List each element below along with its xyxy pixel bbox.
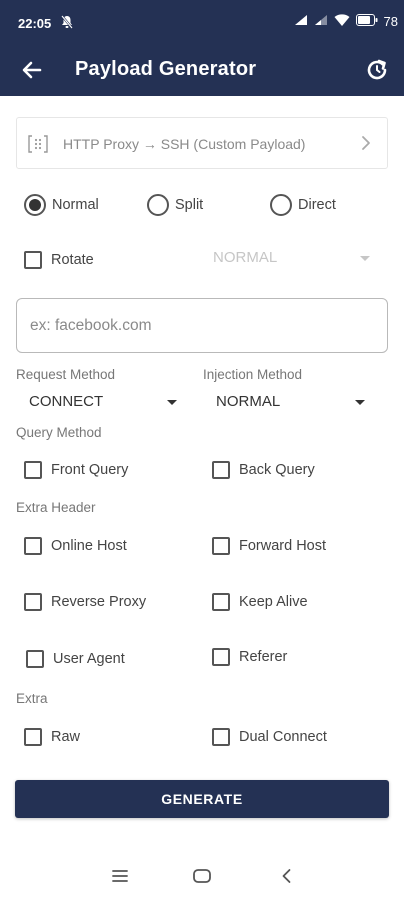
system-nav-bar — [0, 852, 404, 900]
app-bar: Payload Generator — [0, 46, 404, 96]
online-host-checkbox[interactable]: Online Host — [24, 535, 127, 557]
checkbox-box — [26, 650, 44, 668]
radio-selected-indicator — [24, 194, 46, 216]
back-arrow-icon[interactable] — [18, 56, 46, 84]
online-host-label: Online Host — [51, 538, 127, 554]
dual-connect-checkbox[interactable]: Dual Connect — [212, 726, 327, 748]
signal-icon — [294, 14, 308, 29]
dropdown-arrow-icon — [355, 400, 365, 405]
rotate-label: Rotate — [51, 252, 94, 268]
user-agent-label: User Agent — [53, 651, 125, 667]
dropdown-arrow-icon — [167, 400, 177, 405]
checkbox-box — [24, 461, 42, 479]
checkbox-box — [24, 593, 42, 611]
rotate-dropdown[interactable]: NORMAL — [213, 249, 373, 273]
back-nav-icon[interactable] — [277, 866, 297, 886]
checkbox-box — [212, 648, 230, 666]
user-agent-checkbox[interactable]: User Agent — [26, 648, 125, 670]
reverse-proxy-label: Reverse Proxy — [51, 594, 147, 610]
checkbox-box — [212, 461, 230, 479]
brackets-icon — [27, 133, 49, 155]
host-input[interactable] — [16, 298, 388, 353]
request-method-label: Request Method — [16, 367, 116, 382]
reverse-proxy-checkbox[interactable]: Reverse Proxy — [24, 591, 146, 613]
front-query-label: Front Query — [51, 462, 129, 478]
mute-icon — [60, 15, 74, 32]
recent-apps-icon[interactable] — [110, 866, 130, 886]
radio-normal[interactable]: Normal — [24, 193, 99, 217]
checkbox-box — [212, 728, 230, 746]
extra-label: Extra — [16, 691, 48, 706]
request-method-value: CONNECT — [29, 393, 104, 410]
keep-alive-label: Keep Alive — [239, 594, 308, 610]
injection-method-label: Injection Method — [203, 367, 303, 382]
radio-split-label: Split — [175, 197, 204, 213]
checkbox-box — [24, 728, 42, 746]
request-method-dropdown[interactable]: CONNECT — [29, 393, 177, 417]
injection-method-value: NORMAL — [216, 393, 281, 410]
proxy-mode-label: HTTP Proxy → SSH (Custom Payload) — [63, 136, 306, 152]
injection-method-dropdown[interactable]: NORMAL — [216, 393, 365, 417]
query-method-label: Query Method — [16, 425, 102, 440]
checkbox-box — [212, 537, 230, 555]
forward-host-label: Forward Host — [239, 538, 327, 554]
dual-connect-label: Dual Connect — [239, 729, 327, 745]
checkbox-box — [24, 251, 42, 269]
raw-label: Raw — [51, 729, 81, 745]
radio-indicator — [147, 194, 169, 216]
extra-header-label: Extra Header — [16, 500, 96, 515]
back-query-label: Back Query — [239, 462, 315, 478]
radio-direct[interactable]: Direct — [270, 193, 336, 217]
back-query-checkbox[interactable]: Back Query — [212, 459, 315, 481]
rotate-dropdown-value: NORMAL — [213, 249, 278, 266]
raw-checkbox[interactable]: Raw — [24, 726, 80, 748]
signal-weak-icon — [314, 14, 328, 29]
forward-host-checkbox[interactable]: Forward Host — [212, 535, 326, 557]
generate-button[interactable]: GENERATE — [15, 780, 389, 818]
rotate-checkbox[interactable]: Rotate — [24, 249, 94, 271]
status-bar: 22:05 78 — [0, 0, 404, 46]
refresh-icon[interactable] — [364, 57, 390, 83]
radio-direct-label: Direct — [298, 197, 336, 213]
keep-alive-checkbox[interactable]: Keep Alive — [212, 591, 308, 613]
checkbox-box — [24, 537, 42, 555]
home-icon[interactable] — [192, 866, 212, 886]
referer-checkbox[interactable]: Referer — [212, 646, 287, 668]
page-title: Payload Generator — [75, 58, 257, 80]
referer-label: Referer — [239, 649, 288, 665]
checkbox-box — [212, 593, 230, 611]
radio-split[interactable]: Split — [147, 193, 203, 217]
radio-normal-label: Normal — [52, 197, 99, 213]
dropdown-arrow-icon — [360, 256, 370, 261]
wifi-icon — [334, 14, 350, 29]
status-time: 22:05 — [18, 16, 52, 31]
chevron-right-icon — [359, 133, 373, 153]
radio-indicator — [270, 194, 292, 216]
battery-percent: 78 — [383, 14, 398, 29]
front-query-checkbox[interactable]: Front Query — [24, 459, 128, 481]
proxy-mode-selector[interactable]: HTTP Proxy → SSH (Custom Payload) — [16, 117, 388, 169]
battery-icon — [355, 14, 378, 29]
